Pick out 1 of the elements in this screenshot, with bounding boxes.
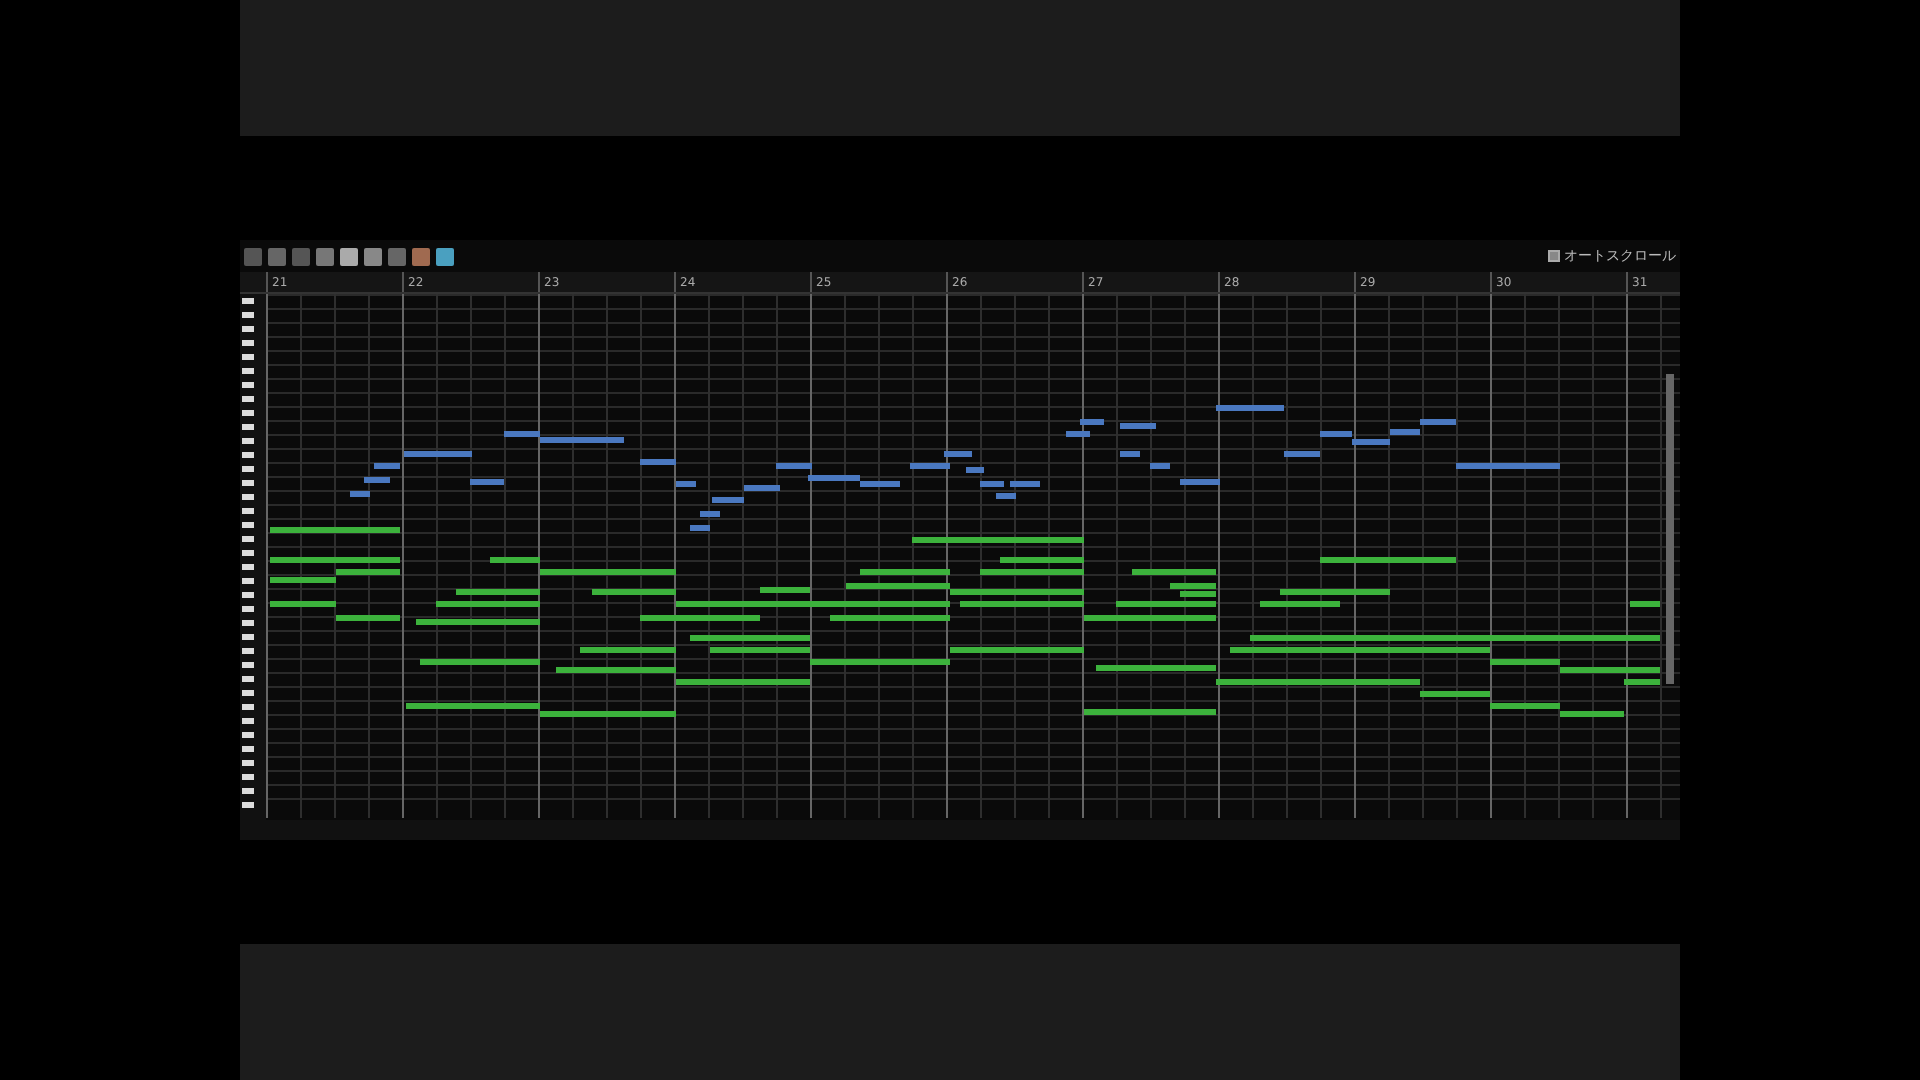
scrollbar[interactable] — [1666, 374, 1674, 684]
